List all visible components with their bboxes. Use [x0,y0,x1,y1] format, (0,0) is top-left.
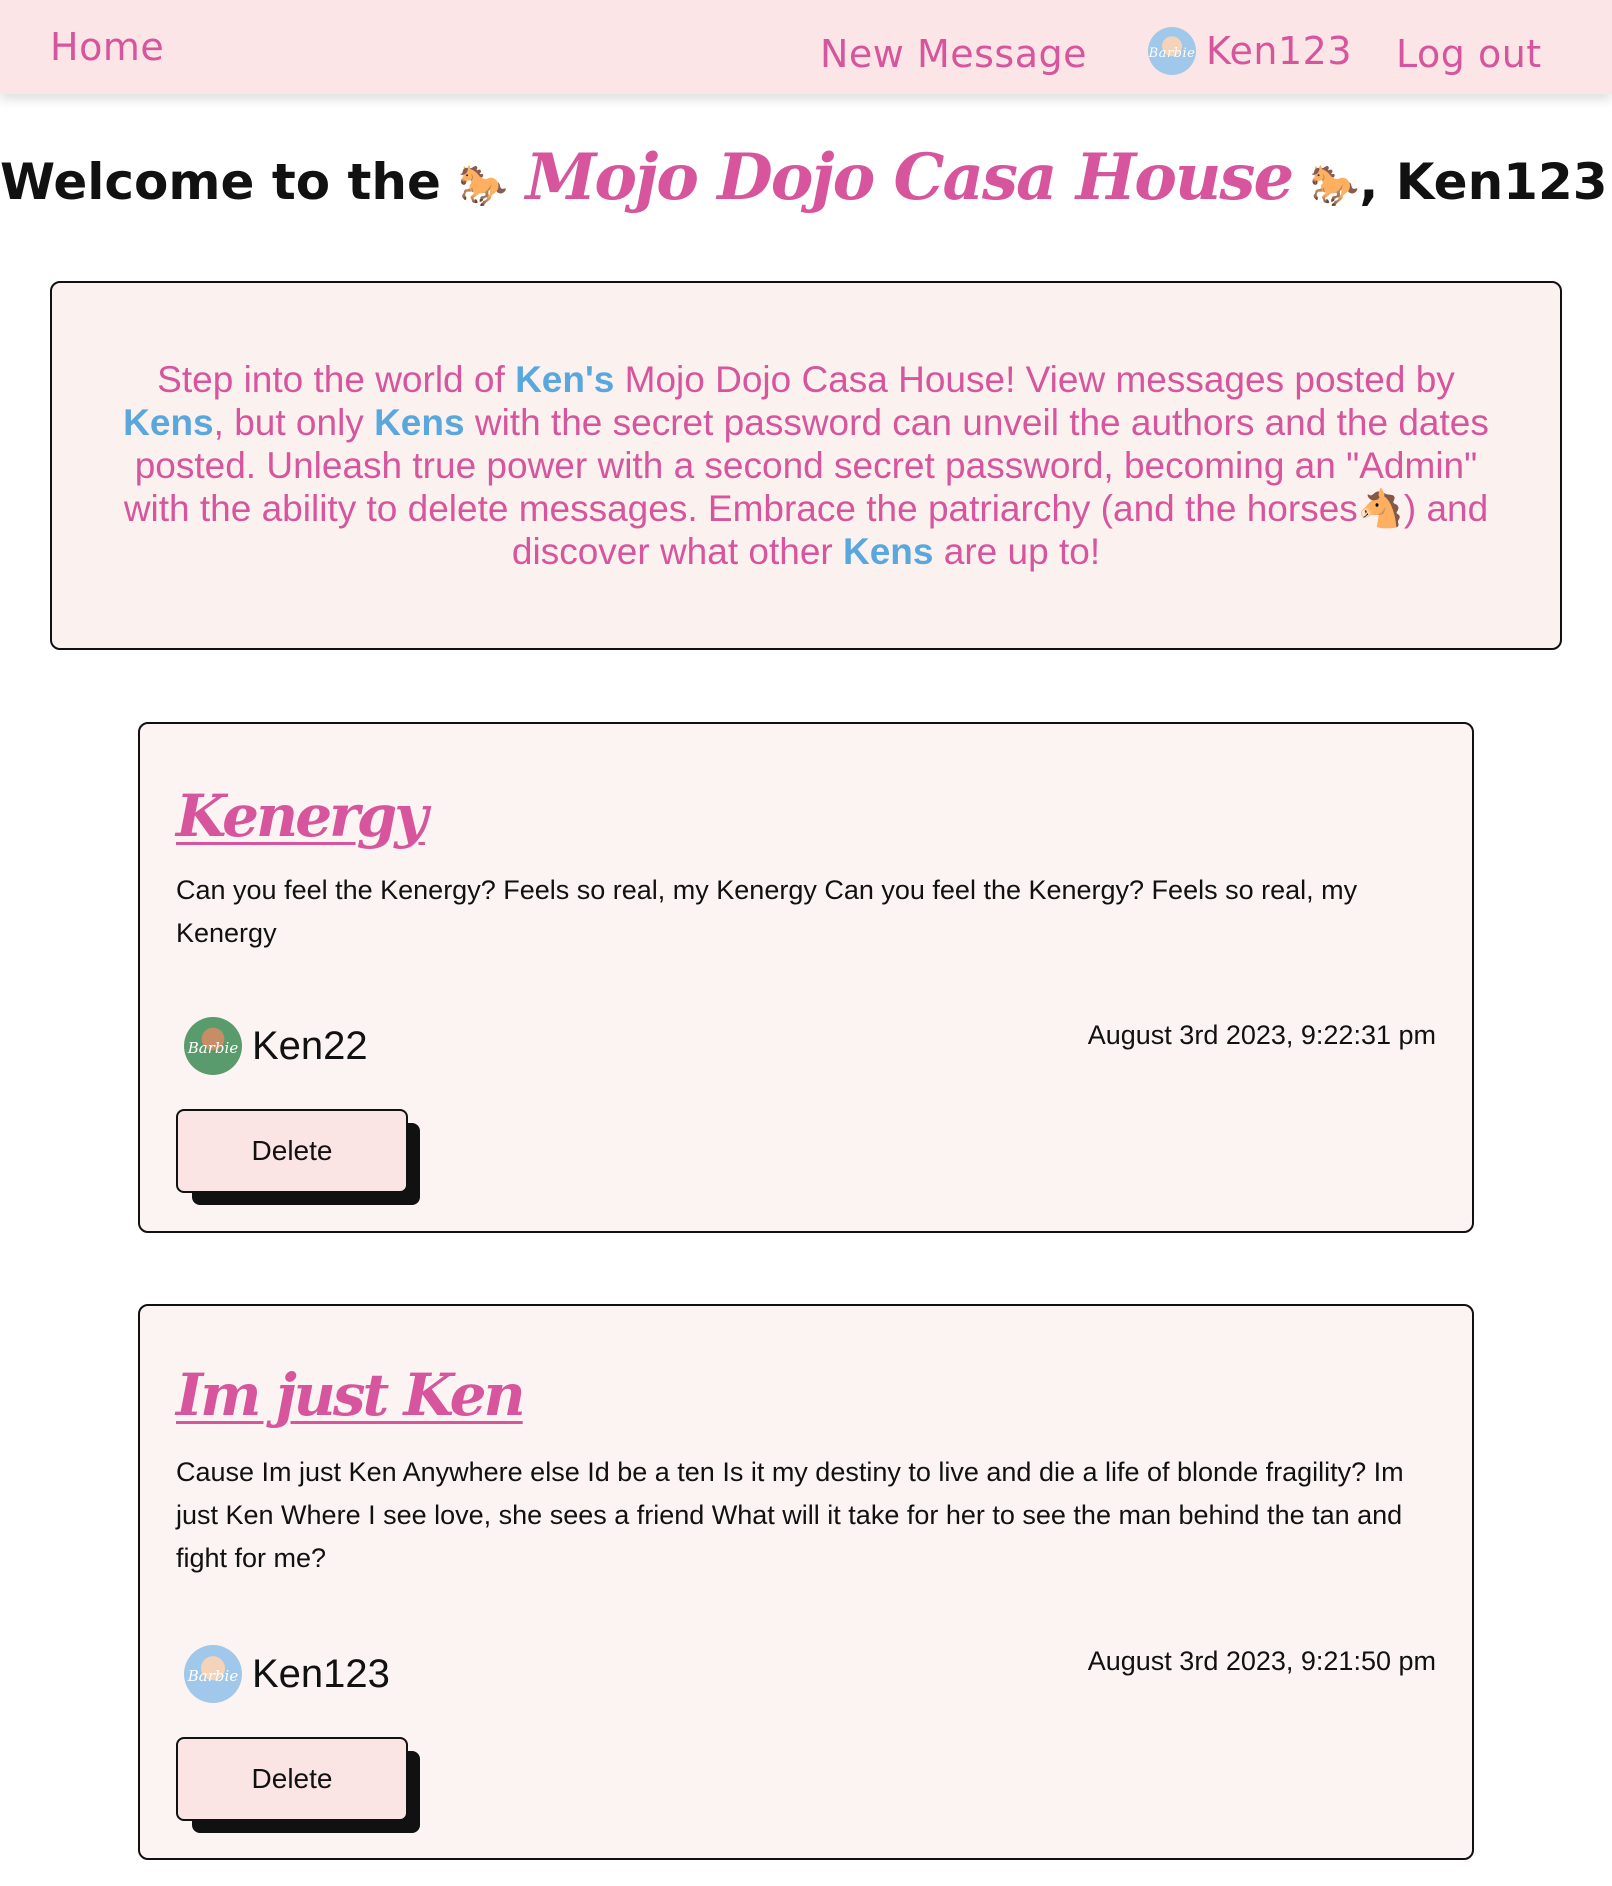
message-author: Barbie Ken123 [184,1645,390,1703]
intro-box: Step into the world of Ken's Mojo Dojo C… [50,281,1562,650]
author-name: Ken22 [252,1023,368,1068]
ken-highlight: Kens [123,402,214,443]
nav-logout-link[interactable]: Log out [1396,32,1542,76]
delete-button-wrapper: Delete [176,1737,422,1835]
message-title: Kenergy [176,782,428,850]
brand-title: Mojo Dojo Casa House [525,140,1295,215]
author-avatar: Barbie [184,1645,242,1703]
intro-text-part: are up to! [933,531,1101,572]
nav-home-link[interactable]: Home [50,25,164,69]
welcome-prefix: Welcome to the [0,153,441,211]
delete-button[interactable]: Delete [176,1109,408,1193]
avatar-logo-text: Barbie [187,1039,239,1057]
avatar-logo-text: Barbie [187,1667,239,1685]
intro-text-part: Mojo Dojo Casa House! View messages post… [614,359,1455,400]
intro-text-part: Step into the world of [157,359,516,400]
ken-highlight: Ken's [515,359,615,400]
horse-icon: 🐎 [1309,163,1360,209]
author-name: Ken123 [252,1651,390,1696]
message-date: August 3rd 2023, 9:22:31 pm [1087,1020,1436,1050]
author-avatar: Barbie [184,1017,242,1075]
horse-icon: 🐎 [458,163,509,209]
avatar-logo-text: Barbie [1148,46,1196,61]
delete-button[interactable]: Delete [176,1737,408,1821]
message-card: Kenergy Can you feel the Kenergy? Feels … [138,722,1474,1233]
nav-user-profile-link[interactable]: Barbie Ken123 [1148,27,1352,75]
intro-text: Step into the world of Ken's Mojo Dojo C… [107,358,1505,573]
ken-highlight: Kens [843,531,934,572]
message-author: Barbie Ken22 [184,1017,368,1075]
welcome-heading: Welcome to the 🐎 Mojo Dojo Casa House 🐎,… [0,140,1612,215]
delete-button-wrapper: Delete [176,1109,422,1207]
message-body: Cause Im just Ken Anywhere else Id be a … [176,1457,1404,1573]
message-body: Can you feel the Kenergy? Feels so real,… [176,875,1358,948]
message-title: Im just Ken [176,1361,526,1429]
nav-new-message-link[interactable]: New Message [820,32,1087,76]
message-card: Im just Ken Cause Im just Ken Anywhere e… [138,1304,1474,1860]
welcome-suffix: , Ken123 ! [1359,153,1612,211]
message-date: August 3rd 2023, 9:21:50 pm [1087,1646,1436,1676]
user-avatar: Barbie [1148,27,1196,75]
intro-text-part: , but only [213,402,375,443]
ken-highlight: Kens [374,402,465,443]
nav-username: Ken123 [1206,29,1353,73]
navbar: Home New Message Barbie Ken123 Log out [0,0,1612,94]
